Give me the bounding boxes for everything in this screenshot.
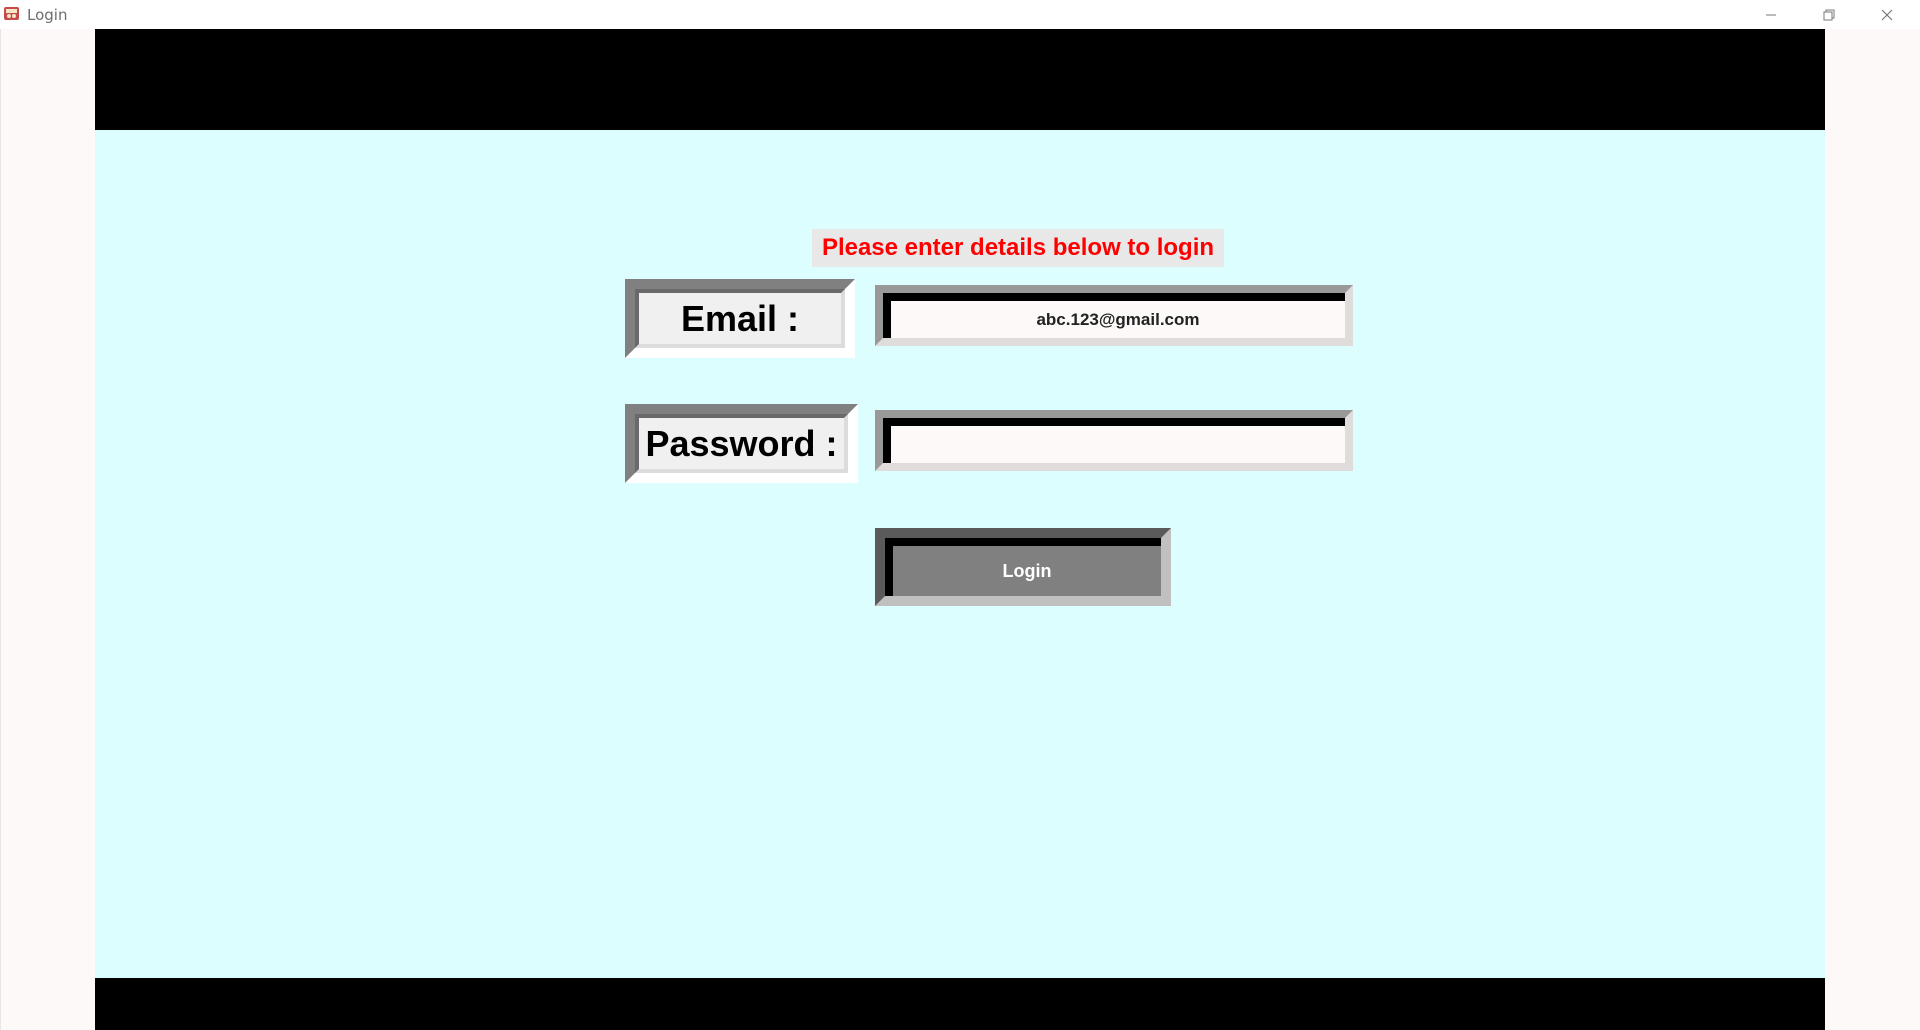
password-label: Password : xyxy=(625,404,858,483)
bottom-banner xyxy=(95,978,1825,1030)
close-button[interactable] xyxy=(1858,0,1916,29)
title-bar: Login xyxy=(0,0,1920,30)
restore-button[interactable] xyxy=(1800,0,1858,29)
top-banner xyxy=(95,29,1825,130)
login-instructions: Please enter details below to login xyxy=(812,229,1224,267)
login-button-label: Login xyxy=(885,538,1161,596)
app-icon xyxy=(3,5,20,22)
email-input[interactable] xyxy=(891,308,1345,331)
window-title: Login xyxy=(27,6,68,24)
restore-icon xyxy=(1823,9,1835,20)
email-field[interactable] xyxy=(875,285,1353,346)
close-icon xyxy=(1881,9,1893,20)
email-label: Email : xyxy=(625,279,855,358)
minimize-button[interactable] xyxy=(1742,0,1800,29)
password-field[interactable] xyxy=(875,410,1353,471)
minimize-icon xyxy=(1766,14,1776,15)
password-input[interactable] xyxy=(891,433,1345,456)
login-button[interactable]: Login xyxy=(875,528,1171,606)
